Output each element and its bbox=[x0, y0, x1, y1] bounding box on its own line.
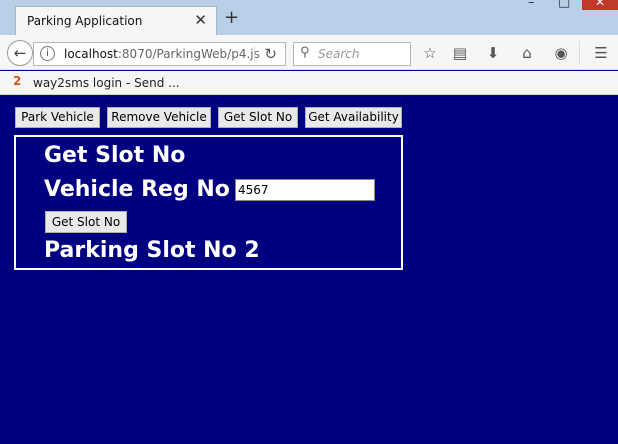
get-slot-panel: Get Slot No Vehicle Reg No 4567 Get Slot… bbox=[14, 135, 403, 270]
reading-list-icon[interactable]: ▤ bbox=[451, 44, 469, 62]
submit-get-slot-button[interactable]: Get Slot No bbox=[45, 211, 127, 233]
home-icon[interactable]: ⌂ bbox=[518, 44, 536, 62]
download-icon[interactable]: ⬇ bbox=[484, 44, 502, 62]
url-text[interactable]: localhost:8070/ParkingWeb/p4.js bbox=[64, 47, 260, 61]
tab-parking-application[interactable]: Parking Application ✕ bbox=[15, 6, 217, 35]
bookmarks-bar: 2 way2sms login - Send ... bbox=[0, 71, 618, 95]
close-tab-icon[interactable]: ✕ bbox=[194, 11, 207, 29]
search-placeholder: Search bbox=[318, 47, 360, 61]
menu-icon[interactable]: ☰ bbox=[592, 44, 610, 62]
reload-icon[interactable]: ↻ bbox=[264, 45, 277, 63]
url-host: localhost bbox=[64, 47, 118, 61]
minimize-icon[interactable]: – bbox=[528, 0, 535, 10]
panel-heading: Get Slot No bbox=[44, 143, 186, 168]
url-bar[interactable]: i localhost:8070/ParkingWeb/p4.js ↻ bbox=[33, 42, 286, 66]
vehicle-reg-label: Vehicle Reg No bbox=[44, 177, 230, 202]
info-icon[interactable]: i bbox=[40, 46, 55, 61]
remove-vehicle-button[interactable]: Remove Vehicle bbox=[107, 107, 211, 128]
parking-slot-result: Parking Slot No 2 bbox=[44, 238, 260, 263]
new-tab-icon[interactable]: + bbox=[224, 7, 239, 28]
search-icon: ⚲ bbox=[300, 45, 310, 60]
bookmark-star-icon[interactable]: ☆ bbox=[421, 44, 439, 62]
maximize-icon[interactable]: □ bbox=[558, 0, 570, 10]
bookmark-way2sms[interactable]: way2sms login - Send ... bbox=[33, 76, 180, 90]
url-separator bbox=[254, 46, 255, 62]
get-slot-no-button[interactable]: Get Slot No bbox=[218, 107, 298, 128]
park-vehicle-button[interactable]: Park Vehicle bbox=[15, 107, 100, 128]
toolbar-separator bbox=[579, 41, 580, 65]
get-availability-button[interactable]: Get Availability bbox=[305, 107, 402, 128]
page-content: Park Vehicle Remove Vehicle Get Slot No … bbox=[0, 96, 618, 444]
search-input[interactable]: ⚲ Search bbox=[293, 42, 411, 66]
vehicle-reg-input[interactable]: 4567 bbox=[235, 179, 375, 201]
url-path: :8070/ParkingWeb/p4.js bbox=[117, 47, 260, 61]
navigation-bar: ← i localhost:8070/ParkingWeb/p4.js ↻ ⚲ … bbox=[0, 35, 618, 70]
pocket-icon[interactable]: ◉ bbox=[552, 44, 570, 62]
way2sms-favicon-icon: 2 bbox=[13, 74, 22, 88]
tab-strip: Parking Application ✕ + – □ ✕ bbox=[0, 0, 618, 35]
window-close-icon[interactable]: ✕ bbox=[582, 0, 618, 10]
tab-title: Parking Application bbox=[27, 14, 143, 28]
back-arrow-icon[interactable]: ← bbox=[7, 40, 33, 66]
